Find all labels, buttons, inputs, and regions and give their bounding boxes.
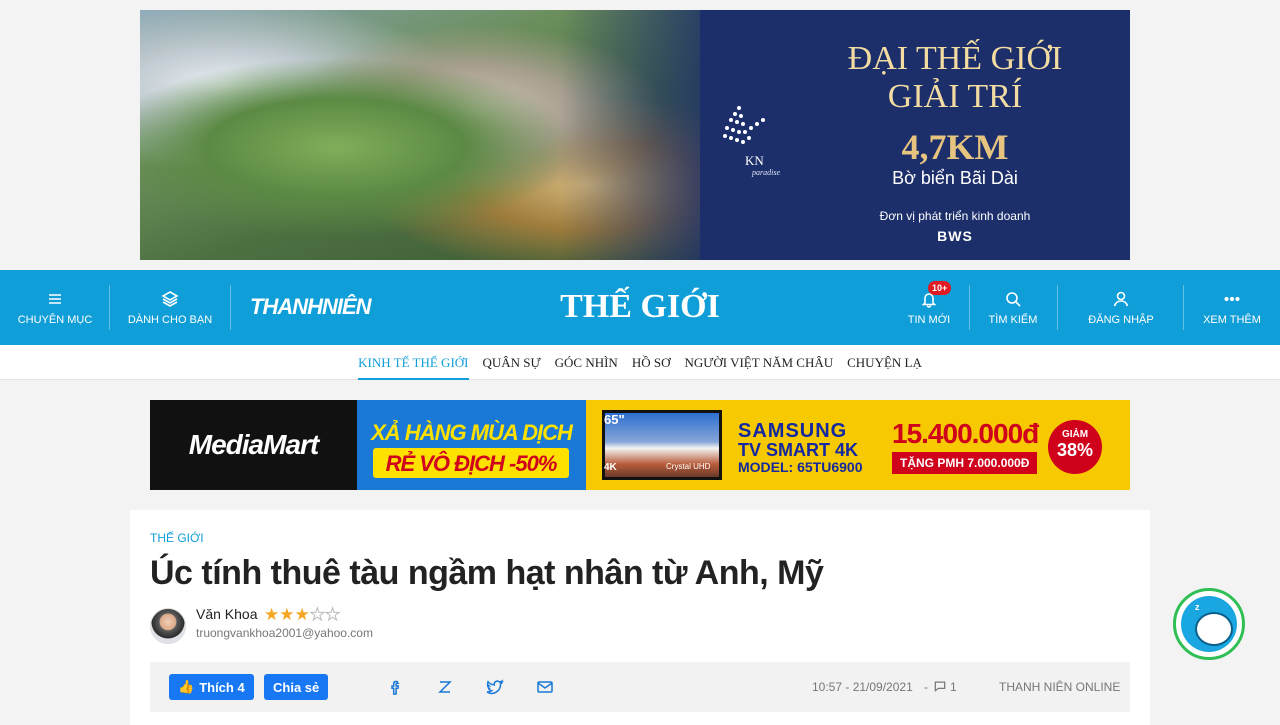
ad-logo-name: KN <box>745 153 764 168</box>
search-button[interactable]: TÌM KIẾM <box>978 270 1048 345</box>
comment-count[interactable]: 1 <box>950 680 957 694</box>
ad-headline: ĐẠI THẾ GIỚI GIẢI TRÍ <box>847 40 1063 115</box>
news-count-badge: 10+ <box>928 281 952 295</box>
thumbs-up-icon: 👍 <box>178 679 195 694</box>
comment-icon[interactable] <box>933 679 947 696</box>
subnav-item-goc-nhin[interactable]: GÓC NHÌN <box>555 345 618 380</box>
for-you-button[interactable]: DÀNH CHO BẠN <box>118 270 222 345</box>
search-label: TÌM KIẾM <box>988 313 1038 326</box>
share-label: Chia sẻ <box>273 679 320 695</box>
subnav-item-nguoi-viet-nam-chau[interactable]: NGƯỜI VIỆT NĂM CHÂU <box>684 345 833 380</box>
facebook-icon[interactable] <box>386 678 404 696</box>
tv-4k: 4K <box>604 462 617 473</box>
facebook-like-button[interactable]: 👍 Thích 4 <box>169 674 254 700</box>
ad-developer-label: Đơn vị phát triển kinh doanh <box>879 209 1031 223</box>
author-rating: ★★★★★ <box>264 605 341 625</box>
star-empty-icon: ★ <box>309 605 325 625</box>
login-button[interactable]: ĐĂNG NHẬP <box>1070 270 1172 345</box>
promo-line-2: RẺ VÔ ĐỊCH -50% <box>385 451 558 476</box>
email-icon[interactable] <box>536 678 554 696</box>
facebook-share-button[interactable]: Chia sẻ <box>264 674 329 700</box>
publish-datetime: 10:57 - 21/09/2021 <box>812 680 913 694</box>
subnav-item-ho-so[interactable]: HỒ SƠ <box>632 345 671 380</box>
author-avatar[interactable] <box>150 608 186 644</box>
like-label: Thích 4 <box>199 679 245 695</box>
promo-box: XẢ HÀNG MÙA DỊCH RẺ VÔ ĐỊCH -50% <box>357 400 586 490</box>
tv-model: MODEL: 65TU6900 <box>738 459 863 475</box>
article-source: THANH NIÊN ONLINE <box>999 680 1121 694</box>
login-label: ĐĂNG NHẬP <box>1088 313 1154 326</box>
author-email: truongvankhoa2001@yahoo.com <box>196 626 373 640</box>
ad-developer-brand: BWS <box>937 228 973 244</box>
tv-size: 65" <box>604 412 625 427</box>
ad-logo-sub: paradise <box>752 168 780 177</box>
top-banner-ad[interactable]: KN paradise ĐẠI THẾ GIỚI GIẢI TRÍ 4,7KM … <box>140 10 1130 260</box>
subnav-item-chuyen-la[interactable]: CHUYỆN LẠ <box>847 345 922 380</box>
bird-logo-icon <box>723 106 765 144</box>
chatbot-button[interactable]: z <box>1173 588 1245 660</box>
subnav-item-kinh-te-the-gioi[interactable]: KINH TẾ THẾ GIỚI <box>358 345 469 380</box>
latest-news-button[interactable]: 10+ TIN MỚI <box>898 270 960 345</box>
mediamart-logo: MediaMart <box>150 400 357 490</box>
ad-beach: Bờ biển Bãi Dài <box>892 168 1018 188</box>
discount-value: 38% <box>1056 440 1094 460</box>
article-title: Úc tính thuê tàu ngầm hạt nhân từ Anh, M… <box>150 554 824 592</box>
menu-button[interactable]: CHUYÊN MỤC <box>10 270 100 345</box>
hamburger-icon <box>49 293 61 304</box>
star-icon: ★ <box>264 605 280 624</box>
more-button[interactable]: XEM THÊM <box>1194 270 1270 345</box>
discount-label: GIẢM <box>1061 429 1089 440</box>
layers-icon <box>161 290 179 307</box>
zalo-icon[interactable] <box>436 678 454 696</box>
discount-badge: GIẢM 38% <box>1048 420 1102 474</box>
gift-voucher: TẶNG PMH 7.000.000Đ <box>892 452 1038 474</box>
star-empty-icon: ★ <box>324 605 341 625</box>
share-bar: 👍 Thích 4 Chia sẻ 10:57 - 21/09/2021 - 1… <box>150 662 1130 712</box>
twitter-icon[interactable] <box>486 678 504 696</box>
star-icon: ★ <box>279 605 295 624</box>
tv-crystal: Crystal UHD <box>666 462 711 471</box>
tv-smart-label: TV SMART 4K <box>738 440 859 460</box>
subsection-nav: KINH TẾ THẾ GIỚI QUÂN SỰ GÓC NHÌN HỒ SƠ … <box>0 345 1280 380</box>
ad-distance: 4,7KM <box>901 127 1009 167</box>
search-icon <box>1006 291 1021 307</box>
for-you-label: DÀNH CHO BẠN <box>127 313 213 326</box>
mediamart-banner-ad[interactable]: MediaMart XẢ HÀNG MÙA DỊCH RẺ VÔ ĐỊCH -5… <box>150 400 1130 490</box>
more-label: XEM THÊM <box>1203 313 1261 326</box>
menu-label: CHUYÊN MỤC <box>17 313 93 326</box>
site-header: THẾ GIỚI CHUYÊN MỤC DÀNH CHO BẠN THANHNI… <box>0 270 1280 345</box>
comments-separator: - <box>924 680 928 694</box>
sleepy-baby-icon <box>1195 612 1233 646</box>
promo-line-1: XẢ HÀNG MÙA DỊCH <box>371 420 573 445</box>
latest-news-label: TIN MỚI <box>907 313 951 326</box>
star-icon: ★ <box>294 605 310 624</box>
user-icon <box>1113 291 1129 306</box>
thanhnien-logo[interactable]: THANHNIÊN <box>250 294 372 320</box>
author-name[interactable]: Văn Khoa <box>196 606 258 622</box>
article-category[interactable]: THẾ GIỚI <box>150 531 204 545</box>
subnav-item-quan-su[interactable]: QUÂN SỰ <box>483 345 541 380</box>
more-dots-icon <box>1224 296 1240 301</box>
article-card: THẾ GIỚI Úc tính thuê tàu ngầm hạt nhân … <box>130 510 1150 725</box>
tv-price: 15.400.000đ <box>892 418 1039 449</box>
